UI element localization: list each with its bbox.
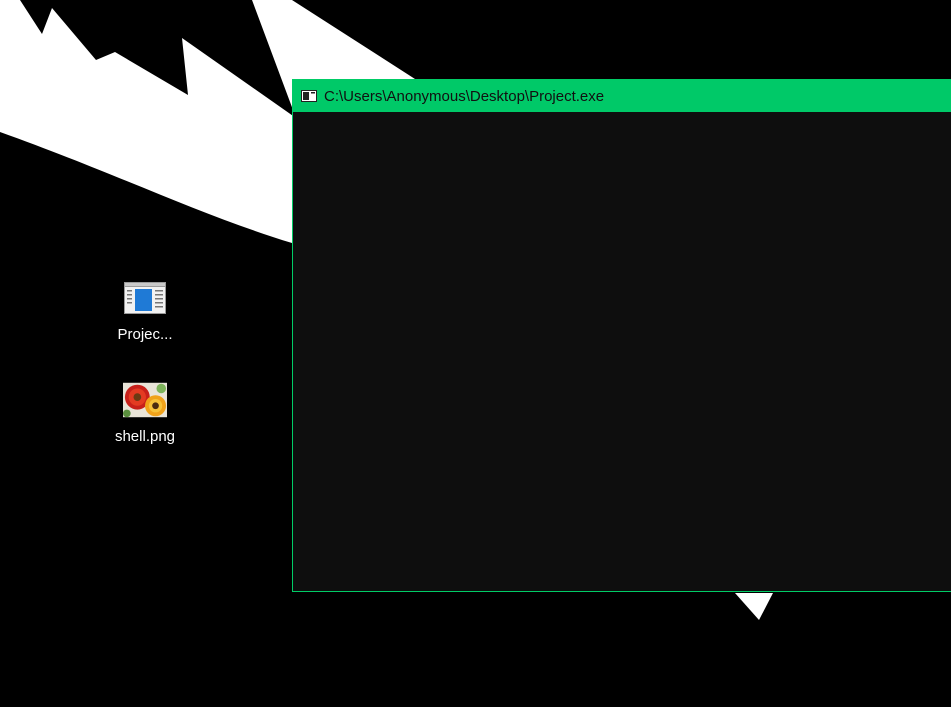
console-output-area[interactable] xyxy=(293,112,951,591)
console-app-icon xyxy=(301,90,317,102)
desktop-icon-shell-png[interactable]: shell.png xyxy=(95,382,195,446)
desktop-icon-label: Projec... xyxy=(117,326,173,343)
window-title: C:\Users\Anonymous\Desktop\Project.exe xyxy=(324,87,605,105)
flower-image-icon xyxy=(123,382,167,418)
desktop-icon-label: shell.png xyxy=(114,428,176,445)
console-window[interactable]: C:\Users\Anonymous\Desktop\Project.exe xyxy=(292,79,951,592)
desktop[interactable]: Projec... shell.png C:\Users\Anonymous\D… xyxy=(0,0,951,707)
wallpaper-white-tip xyxy=(735,593,773,620)
application-window-icon xyxy=(123,280,167,316)
window-titlebar[interactable]: C:\Users\Anonymous\Desktop\Project.exe xyxy=(293,80,951,112)
desktop-icon-project[interactable]: Projec... xyxy=(95,280,195,344)
